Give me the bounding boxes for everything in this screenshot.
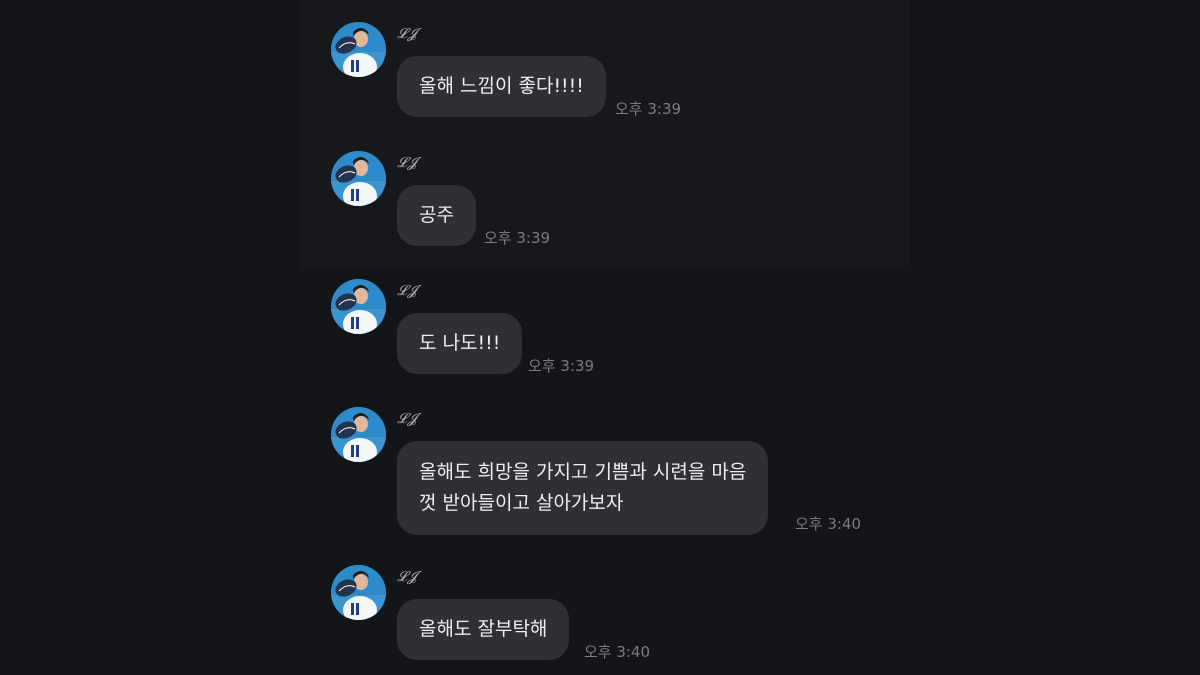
message-timestamp: 오후 3:39 <box>615 100 682 118</box>
message-text: 도 나도!!! <box>419 332 501 354</box>
sender-name: 𝓛𝓙 <box>397 569 417 585</box>
profile-photo-icon <box>331 151 386 206</box>
message-timestamp: 오후 3:40 <box>795 515 862 533</box>
chat-screen: 𝓛𝓙 올해 느낌이 좋다!!!! 오후 3:39 𝓛𝓙 공주 오후 3:39 𝓛… <box>0 0 1200 675</box>
message-timestamp: 오후 3:40 <box>584 643 651 661</box>
profile-photo-icon <box>331 407 386 462</box>
message-text-line: 껏 받아들이고 살아가보자 <box>419 492 624 514</box>
sender-name: 𝓛𝓙 <box>397 155 417 171</box>
message-bubble[interactable]: 올해도 잘부탁해 <box>397 599 570 660</box>
profile-photo-icon <box>331 22 386 77</box>
sender-name: 𝓛𝓙 <box>397 411 417 427</box>
avatar[interactable] <box>331 407 386 462</box>
message-text: 올해도 잘부탁해 <box>419 618 548 640</box>
message-text: 공주 <box>419 204 454 226</box>
avatar[interactable] <box>331 151 386 206</box>
message-text: 올해 느낌이 좋다!!!! <box>419 75 584 97</box>
profile-photo-icon <box>331 279 386 334</box>
avatar[interactable] <box>331 565 386 620</box>
message-bubble[interactable]: 공주 <box>397 185 476 246</box>
message-bubble[interactable]: 도 나도!!! <box>397 313 523 374</box>
profile-photo-icon <box>331 565 386 620</box>
chat-panel-background <box>300 0 910 270</box>
message-timestamp: 오후 3:39 <box>484 229 551 247</box>
sender-name: 𝓛𝓙 <box>397 283 417 299</box>
message-bubble[interactable]: 올해 느낌이 좋다!!!! <box>397 56 606 117</box>
avatar[interactable] <box>331 279 386 334</box>
sender-name: 𝓛𝓙 <box>397 26 417 42</box>
avatar[interactable] <box>331 22 386 77</box>
message-timestamp: 오후 3:39 <box>528 357 595 375</box>
message-text-line: 올해도 희망을 가지고 기쁨과 시련을 마음 <box>419 461 747 483</box>
message-bubble[interactable]: 올해도 희망을 가지고 기쁨과 시련을 마음 껏 받아들이고 살아가보자 <box>397 441 769 535</box>
